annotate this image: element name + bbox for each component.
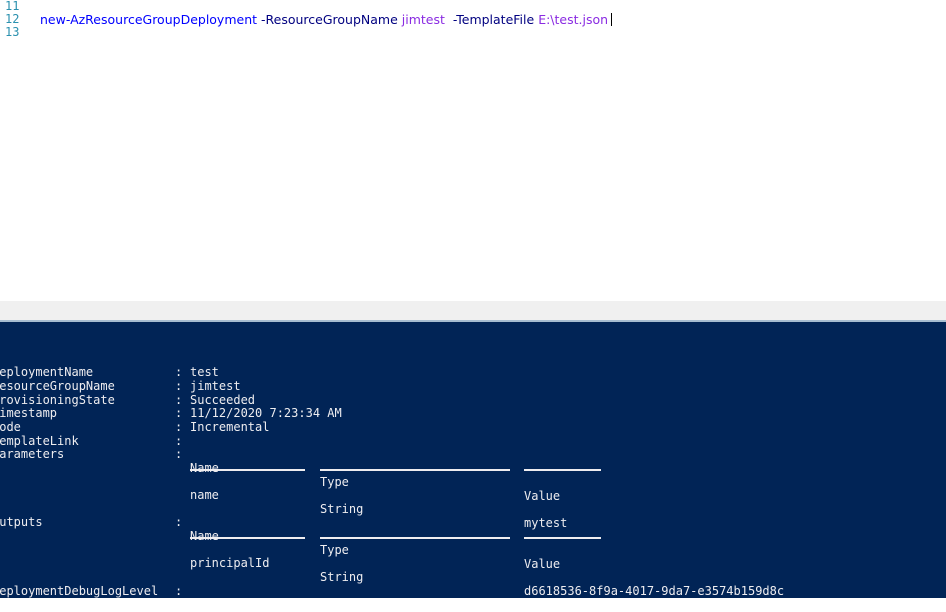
table-cell: name bbox=[190, 488, 219, 502]
output-property-row: DeploymentDebugLogLevel: bbox=[0, 570, 946, 612]
script-editor-pane[interactable]: 11 12 13 new-AzResourceGroupDeployment -… bbox=[0, 0, 946, 301]
argument-token: E:\test.json bbox=[538, 12, 609, 27]
header-underline bbox=[524, 469, 601, 471]
parameter-token: -TemplateFile bbox=[452, 12, 535, 27]
pane-splitter[interactable] bbox=[0, 301, 946, 321]
code-line-12[interactable]: new-AzResourceGroupDeployment -ResourceG… bbox=[40, 12, 613, 27]
cmdlet-token: new-AzResourceGroupDeployment bbox=[40, 12, 258, 27]
text-caret bbox=[611, 13, 613, 26]
header-underline bbox=[190, 469, 305, 471]
table-underline-row bbox=[0, 461, 946, 475]
separator: : bbox=[175, 584, 183, 598]
console-pane[interactable]: DeploymentName: test ResourceGroupName: ji… bbox=[0, 322, 946, 598]
parameter-token: -ResourceGroupName bbox=[261, 12, 398, 27]
line-number: 13 bbox=[5, 25, 20, 39]
argument-token: jimtest bbox=[401, 12, 445, 27]
header-underline bbox=[320, 469, 510, 471]
header-underline bbox=[320, 537, 510, 539]
header-underline bbox=[524, 537, 601, 539]
table-cell: principalId bbox=[190, 556, 270, 570]
property-key: DeploymentDebugLogLevel bbox=[0, 584, 159, 598]
header-underline bbox=[190, 537, 305, 539]
table-underline-row bbox=[0, 529, 946, 543]
